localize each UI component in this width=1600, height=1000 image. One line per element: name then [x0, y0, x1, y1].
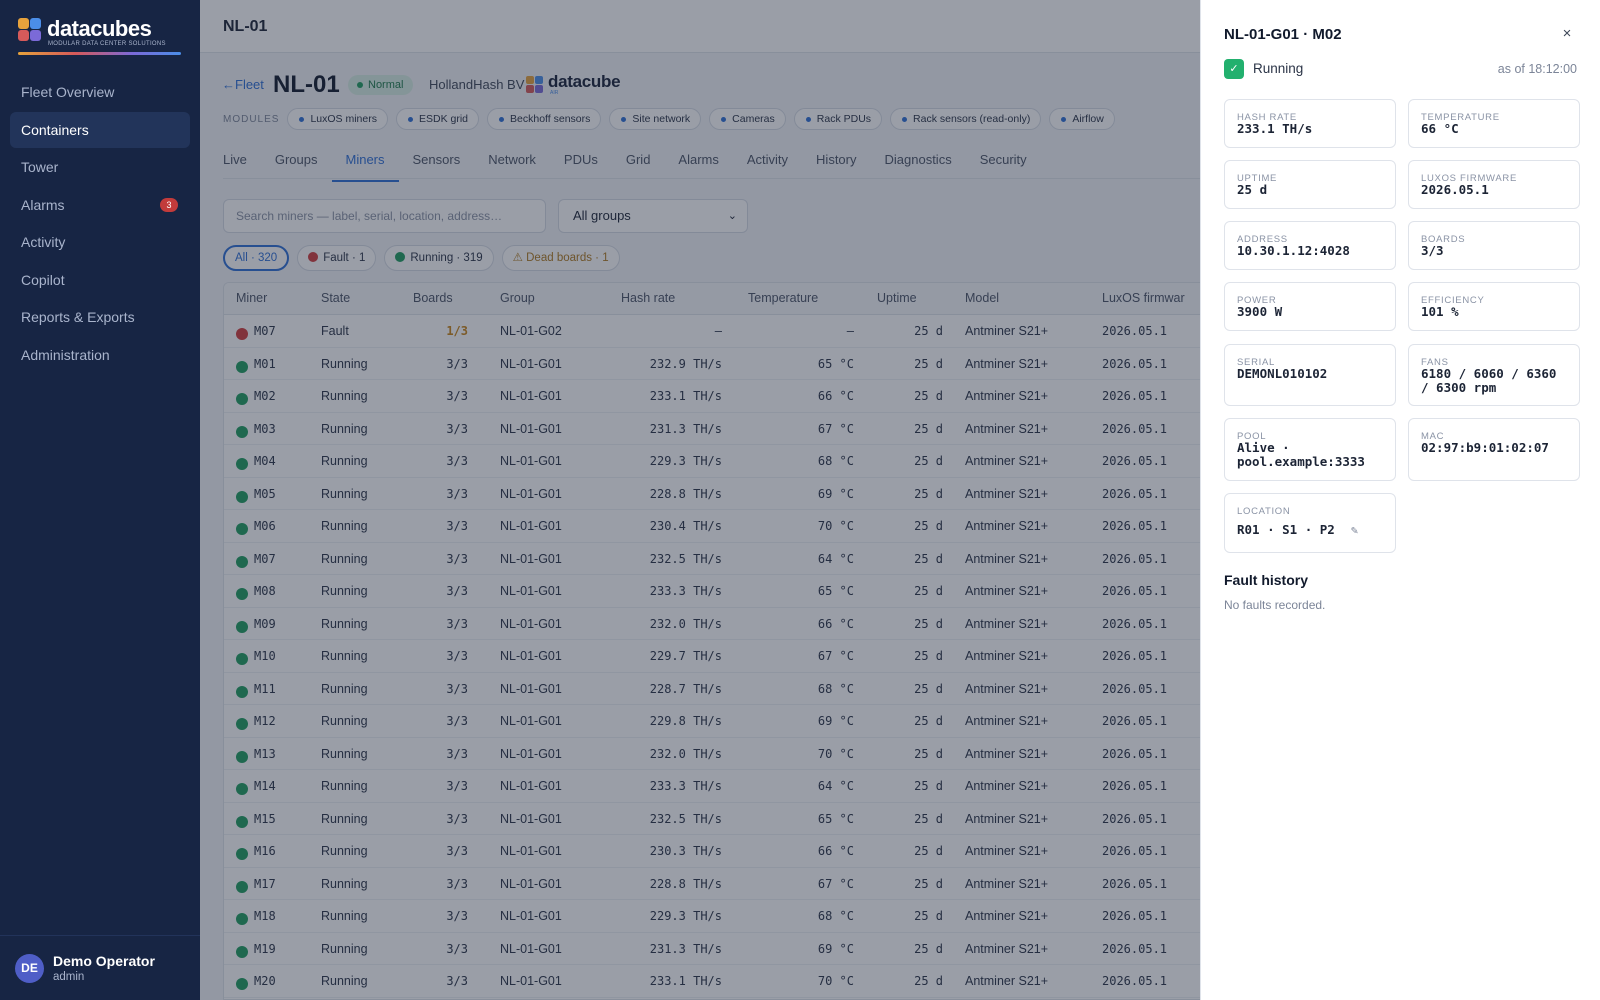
card-value: 6180 / 6060 / 6360 / 6300 rpm: [1421, 366, 1557, 395]
user-role: admin: [53, 971, 85, 983]
logo-cubes-icon: [18, 18, 42, 42]
pool-card: POOL Alive · pool.example:3333: [1224, 418, 1396, 481]
drawer-title: NL-01-G01 · M02: [1224, 26, 1342, 43]
edit-icon[interactable]: ✎: [1351, 523, 1358, 537]
card-value: 25 d: [1237, 182, 1268, 197]
sidebar-item-label: Activity: [21, 234, 66, 250]
sidebar-item-label: Reports & Exports: [21, 309, 135, 325]
card-value: 2026.05.1: [1421, 182, 1489, 197]
app-logo[interactable]: datacubes MODULAR DATA CENTER SOLUTIONS: [18, 16, 181, 56]
card-value: 101 %: [1421, 304, 1459, 319]
card-value: 233.1 TH/s: [1237, 121, 1313, 136]
logo-text: datacubes: [47, 16, 152, 41]
as-of-timestamp: as of 18:12:00: [1497, 62, 1577, 76]
card-value: 3900 W: [1237, 304, 1283, 319]
sidebar-item-activity[interactable]: Activity: [10, 224, 190, 260]
boards-card: BOARDS 3/3: [1408, 221, 1580, 270]
fault-history-title: Fault history: [1224, 572, 1309, 588]
sidebar-item-alarms[interactable]: Alarms 3: [10, 187, 190, 223]
sidebar-item-copilot[interactable]: Copilot: [10, 262, 190, 298]
card-label: LOCATION: [1237, 506, 1291, 517]
alarms-count-badge: 3: [160, 197, 178, 212]
card-value: 66 °C: [1421, 121, 1459, 136]
sidebar-item-administration[interactable]: Administration: [10, 337, 190, 373]
sidebar-item-tower[interactable]: Tower: [10, 149, 190, 185]
efficiency-card: EFFICIENCY 101 %: [1408, 282, 1580, 331]
serial-card: SERIAL DEMONL010102: [1224, 344, 1396, 406]
uptime-card: UPTIME 25 d: [1224, 160, 1396, 209]
avatar: DE: [15, 954, 44, 983]
card-value: R01 · S1 · P2: [1237, 522, 1335, 537]
sidebar: datacubes MODULAR DATA CENTER SOLUTIONS …: [0, 0, 200, 1000]
sidebar-item-label: Tower: [21, 159, 59, 175]
sidebar-item-fleet-overview[interactable]: Fleet Overview: [10, 74, 190, 110]
sidebar-item-label: Containers: [21, 121, 89, 138]
drawer-state: Running: [1253, 61, 1304, 76]
card-value: Alive · pool.example:3333: [1237, 440, 1365, 469]
card-value: 3/3: [1421, 243, 1444, 258]
card-value: DEMONL010102: [1237, 366, 1328, 381]
sidebar-item-label: Administration: [21, 346, 110, 363]
firmware-card: LUXOS FIRMWARE 2026.05.1: [1408, 160, 1580, 209]
sidebar-item-label: Fleet Overview: [21, 84, 115, 100]
logo-subtitle: MODULAR DATA CENTER SOLUTIONS: [48, 41, 166, 47]
sidebar-nav: Fleet Overview Containers Tower Alarms 3 …: [10, 74, 190, 374]
miner-detail-drawer: NL-01-G01 · M02 × ✓ Running as of 18:12:…: [1200, 0, 1600, 1000]
power-card: POWER 3900 W: [1224, 282, 1396, 331]
logo-underline: [18, 52, 181, 55]
hash-rate-card: HASH RATE 233.1 TH/s: [1224, 99, 1396, 148]
card-value: 02:97:b9:01:02:07: [1421, 440, 1549, 455]
card-value: 10.30.1.12:4028: [1237, 243, 1350, 258]
check-icon: ✓: [1224, 59, 1244, 79]
location-card: LOCATION R01 · S1 · P2 ✎: [1224, 493, 1396, 553]
sidebar-item-containers[interactable]: Containers: [10, 111, 190, 148]
mac-card: MAC 02:97:b9:01:02:07: [1408, 418, 1580, 481]
location-value-row: R01 · S1 · P2 ✎: [1237, 522, 1385, 538]
sidebar-item-reports-exports[interactable]: Reports & Exports: [10, 299, 190, 335]
user-menu[interactable]: DE Demo Operator admin: [0, 935, 200, 1000]
user-name: Demo Operator: [53, 953, 155, 969]
fault-history-empty: No faults recorded.: [1224, 598, 1326, 612]
fans-card: FANS 6180 / 6060 / 6360 / 6300 rpm: [1408, 344, 1580, 406]
temperature-card: TEMPERATURE 66 °C: [1408, 99, 1580, 148]
sidebar-item-label: Alarms: [21, 196, 65, 213]
sidebar-item-label: Copilot: [21, 271, 65, 288]
address-card: ADDRESS 10.30.1.12:4028: [1224, 221, 1396, 270]
close-icon[interactable]: ×: [1557, 24, 1577, 44]
